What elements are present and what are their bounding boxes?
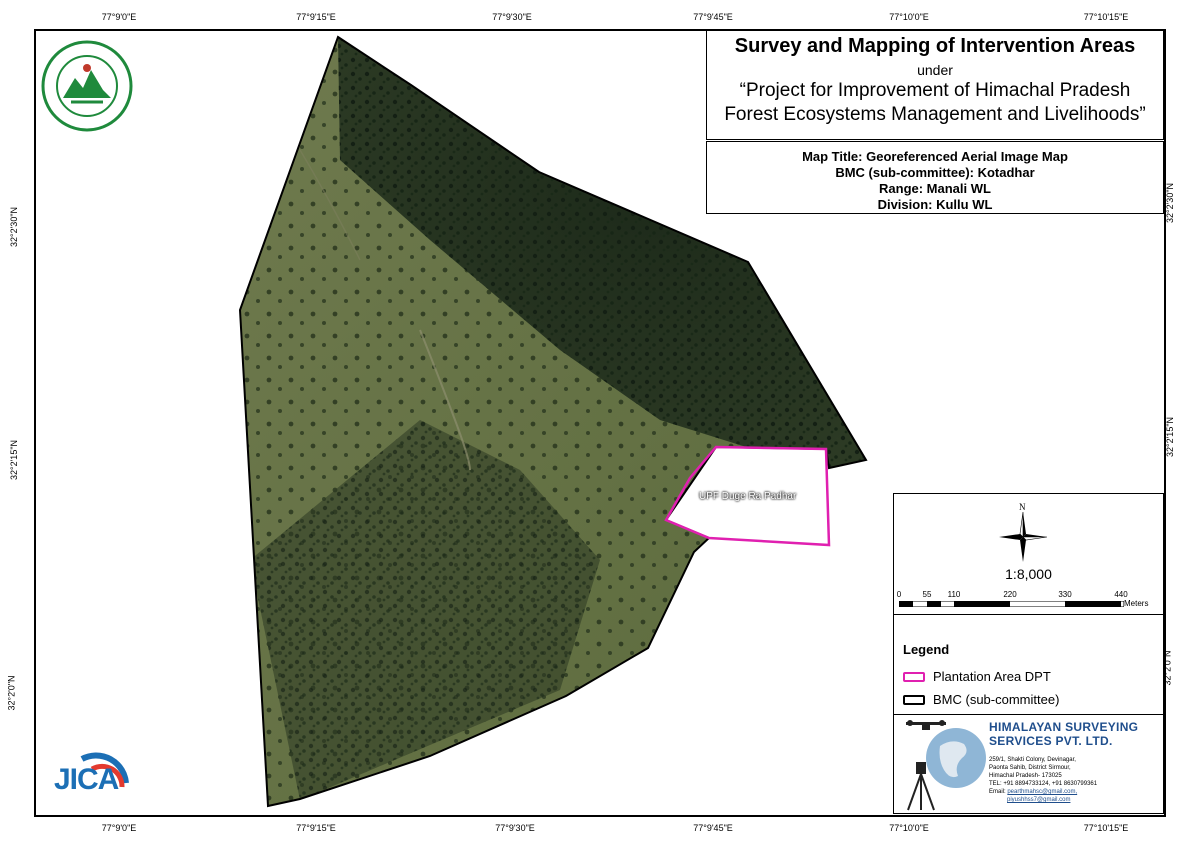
address-line: 259/1, Shakti Colony, Devinagar, — [989, 757, 1076, 763]
map-title: Map Title: Georeferenced Aerial Image Ma… — [802, 149, 1068, 164]
email-link[interactable]: piyushhss7@gmail.com — [1007, 797, 1070, 803]
scale-tick: 220 — [1003, 590, 1017, 599]
legend-item-plantation: Plantation Area DPT — [903, 669, 1051, 684]
address-line: Himachal Pradesh- 173025 — [989, 773, 1062, 779]
email-link[interactable]: pearthmahsc@gmail.com, — [1007, 789, 1077, 795]
scale-tick: 330 — [1058, 590, 1072, 599]
scale-unit: Meters — [1124, 599, 1149, 608]
map-info-panel: Map Title: Georeferenced Aerial Image Ma… — [706, 141, 1164, 214]
division-name: Division: Kullu WL — [877, 197, 993, 212]
scale-bar — [899, 601, 1124, 607]
project-title-line2: Forest Ecosystems Management and Livelih… — [724, 104, 1146, 125]
scale-tick: 0 — [896, 590, 902, 599]
scale-tick: 440 — [1114, 590, 1128, 599]
legend-item-bmc: BMC (sub-committee) — [903, 692, 1059, 707]
scale-tick: 110 — [947, 590, 961, 599]
title-under: under — [917, 62, 953, 78]
company-name-line2: SERVICES PVT. LTD. — [989, 734, 1113, 748]
legend-title: Legend — [903, 642, 950, 657]
company-address: 259/1, Shakti Colony, Devinagar, Paonta … — [989, 756, 1159, 804]
company-block: HIMALAYAN SURVEYING SERVICES PVT. LTD. 2… — [894, 714, 1163, 815]
legend: Legend Plantation Area DPT BMC (sub-comm… — [894, 614, 1163, 715]
email-label: Email: — [989, 789, 1006, 795]
jica-text: JICA — [54, 763, 119, 796]
company-name-line1: HIMALAYAN SURVEYING — [989, 720, 1139, 734]
address-line: Paonta Sahib, District Sirmour, — [989, 765, 1071, 771]
hp-forest-logo — [41, 40, 133, 132]
bmc-name: BMC (sub-committee): Kotadhar — [835, 165, 1035, 180]
north-label: N — [1019, 502, 1026, 512]
range-name: Range: Manali WL — [879, 181, 991, 196]
legend-label: BMC (sub-committee) — [933, 692, 1060, 707]
scale-section: N 1:8,000 0 55 110 220 330 440 Meters — [894, 494, 1163, 615]
side-panel: N 1:8,000 0 55 110 220 330 440 Meters Le… — [893, 493, 1164, 814]
plantation-label: UPF Duge Ra Padhar — [699, 491, 797, 502]
surveyor-globe-logo — [906, 720, 986, 811]
scale-ratio: 1:8,000 — [1005, 566, 1052, 582]
plantation-swatch-icon — [903, 671, 925, 682]
project-title-line1: “Project for Improvement of Himachal Pra… — [739, 80, 1131, 101]
scale-tick: 55 — [922, 590, 932, 599]
bmc-swatch-icon — [903, 694, 925, 705]
north-arrow-icon — [999, 512, 1048, 562]
title-panel: Survey and Mapping of Intervention Areas… — [706, 30, 1164, 140]
legend-label: Plantation Area DPT — [933, 669, 1051, 684]
jica-logo: JICA — [52, 747, 132, 807]
company-name: HIMALAYAN SURVEYING SERVICES PVT. LTD. — [989, 720, 1138, 748]
main-title: Survey and Mapping of Intervention Areas — [734, 35, 1136, 57]
address-line: TEL: +91 8894733124, +91 8630799361 — [989, 781, 1098, 787]
